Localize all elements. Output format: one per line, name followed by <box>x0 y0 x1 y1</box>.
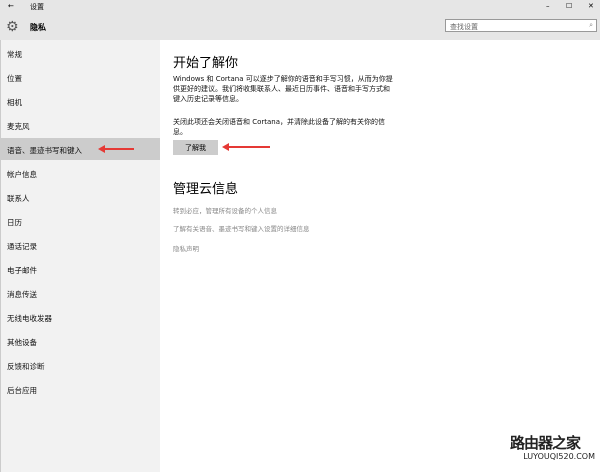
sidebar-item-label: 联系人 <box>7 194 30 203</box>
sidebar-item-label: 日历 <box>7 218 22 227</box>
gear-icon: ⚙ <box>6 19 19 35</box>
sidebar-item[interactable]: 语音、墨迹书写和键入 <box>1 138 161 160</box>
sidebar-item[interactable]: 无线电收发器 <box>1 306 161 328</box>
sidebar-item[interactable]: 相机 <box>1 90 161 112</box>
sidebar-item-label: 无线电收发器 <box>7 314 52 323</box>
maximize-button[interactable]: ☐ <box>566 2 572 10</box>
close-button[interactable]: ✕ <box>588 2 594 10</box>
sidebar-item-label: 通话记录 <box>7 242 37 251</box>
section-title-get-to-know: 开始了解你 <box>173 56 239 71</box>
sidebar-item-label: 电子邮件 <box>7 266 37 275</box>
watermark-logo: 路由器之家 <box>509 434 581 452</box>
section-note: 关闭此项还会关闭语音和 Cortana，并清除此设备了解的有关你的信息。 <box>173 118 386 136</box>
link-bing[interactable]: 转到必应，管理所有设备的个人信息 <box>173 205 277 215</box>
main-content: 开始了解你 Windows 和 Cortana 可以逐步了解你的语音和手写习惯，… <box>160 40 600 472</box>
section-title-cloud: 管理云信息 <box>173 182 239 197</box>
back-button[interactable]: ← <box>8 2 14 10</box>
sidebar-item[interactable]: 位置 <box>1 66 161 88</box>
sidebar-item-label: 消息传送 <box>7 290 37 299</box>
sidebar-item-label: 反馈和诊断 <box>7 362 45 371</box>
red-arrow-annotation <box>222 143 270 151</box>
watermark-url: LUYOUQI520.COM <box>523 452 595 461</box>
sidebar-item-label: 麦克风 <box>7 122 30 131</box>
sidebar-item[interactable]: 联系人 <box>1 186 161 208</box>
sidebar-item[interactable]: 通话记录 <box>1 234 161 256</box>
sidebar-item[interactable]: 麦克风 <box>1 114 161 136</box>
window-title: 设置 <box>30 3 44 11</box>
sidebar-item-label: 相机 <box>7 98 22 107</box>
link-learn-more[interactable]: 了解有关语音、墨迹书写和键入设置的详细信息 <box>173 223 310 233</box>
page-title: 隐私 <box>30 23 46 32</box>
sidebar-item-label: 其他设备 <box>7 338 37 347</box>
sidebar-item[interactable]: 日历 <box>1 210 161 232</box>
sidebar-item-label: 帐户信息 <box>7 170 37 179</box>
get-to-know-me-button[interactable]: 了解我 <box>173 140 218 155</box>
sidebar-item-label: 语音、墨迹书写和键入 <box>7 146 82 155</box>
minimize-button[interactable]: – <box>546 2 550 10</box>
sidebar-item[interactable]: 其他设备 <box>1 330 161 352</box>
sidebar-item[interactable]: 帐户信息 <box>1 162 161 184</box>
section-description: Windows 和 Cortana 可以逐步了解你的语音和手写习惯，从而为你提供… <box>173 75 393 103</box>
sidebar-item-label: 后台应用 <box>7 386 37 395</box>
sidebar-item[interactable]: 后台应用 <box>1 378 161 400</box>
search-icon[interactable]: ⌕ <box>589 21 593 30</box>
sidebar-item[interactable]: 反馈和诊断 <box>1 354 161 376</box>
link-privacy-statement[interactable]: 隐私声明 <box>173 243 199 253</box>
sidebar-item[interactable]: 常规 <box>1 42 161 64</box>
sidebar: 常规位置相机麦克风语音、墨迹书写和键入 帐户信息联系人日历通话记录电子邮件消息传送… <box>0 40 161 472</box>
sidebar-item-label: 常规 <box>7 50 22 59</box>
sidebar-item-label: 位置 <box>7 74 22 83</box>
search-input[interactable]: 查找设置 ⌕ <box>445 19 597 32</box>
sidebar-item[interactable]: 电子邮件 <box>1 258 161 280</box>
search-placeholder: 查找设置 <box>450 23 478 31</box>
title-bar: ← 设置 – ☐ ✕ <box>0 0 600 14</box>
red-arrow-annotation <box>98 145 134 153</box>
sidebar-item[interactable]: 消息传送 <box>1 282 161 304</box>
